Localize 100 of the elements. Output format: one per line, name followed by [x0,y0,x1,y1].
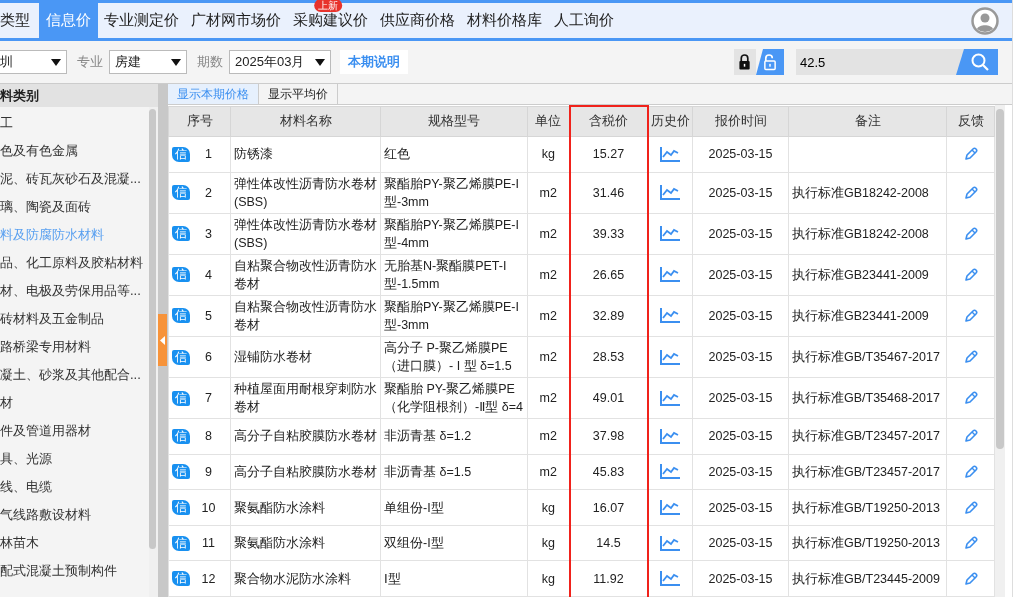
category-item[interactable]: 砖材料及五金制品 [0,305,104,333]
category-item[interactable]: 材 [0,389,13,417]
category-item[interactable]: 工 [0,109,13,137]
table-cell: 弹性体改性沥青防水卷材(SBS) [230,172,381,214]
caret-icon [171,58,181,66]
category-item[interactable]: 线、电缆 [0,473,52,501]
category-item[interactable]: 泥、砖瓦灰砂石及混凝... [0,165,141,193]
line-chart-icon[interactable] [660,390,681,406]
nav-tab[interactable]: 材料价格库 [461,3,548,38]
table-cell: 39.33 [569,213,648,255]
category-item[interactable]: 凝土、砂浆及其他配合... [0,361,141,389]
table-cell: 2025-03-15 [692,454,789,490]
table-cell: 聚氨酯防水涂料 [230,489,381,526]
pencil-icon[interactable] [963,464,978,479]
category-item[interactable]: 色及有色金属 [0,137,78,165]
table-cell: 2025-03-15 [692,377,789,419]
dropdown[interactable]: 房建 [109,50,187,74]
line-chart-icon[interactable] [660,308,681,324]
nav-tab[interactable]: 专业测定价 [98,3,185,38]
category-item[interactable]: 璃、陶瓷及面砖 [0,193,91,221]
category-item[interactable]: 件及管道用器材 [0,417,91,445]
pencil-icon[interactable] [963,429,978,444]
table-cell: 2025-03-15 [692,254,789,296]
new-badge: 上新 [313,0,342,12]
search-field[interactable]: 42.5 [796,49,964,75]
category-item[interactable]: 配式混凝土预制构件 [0,557,117,585]
table-cell: 2025-03-15 [692,560,789,597]
column-header: 单位 [527,106,570,137]
table-cell: 红色 [380,136,528,173]
category-item[interactable]: 具、光源 [0,445,52,473]
info-badge: 信 [172,308,190,324]
row-number: 10 [200,499,217,517]
table-cell: 双组份-I型 [380,525,528,561]
table-cell: Ⅰ型 [380,560,528,597]
column-header: 反馈 [946,106,995,137]
nav-tab[interactable]: 供应商价格 [374,3,461,38]
table-cell: 高分子自粘胶膜防水卷材 [230,454,381,490]
lock-toggle[interactable] [734,49,756,75]
scrollbar-thumb[interactable] [996,109,1004,449]
dropdown[interactable]: 圳 [0,50,67,74]
scrollbar-thumb[interactable] [149,109,156,549]
category-item[interactable]: 品、化工原料及胶粘材料 [0,249,143,277]
category-item[interactable]: 气线路敷设材料 [0,501,91,529]
pencil-icon[interactable] [963,571,978,586]
pencil-icon[interactable] [963,391,978,406]
lock-icon [738,53,752,71]
table-cell: 湿铺防水卷材 [230,336,381,378]
table-cell: 15.27 [569,136,648,173]
avatar-icon[interactable] [971,6,999,35]
info-badge: 信 [172,500,190,515]
pencil-icon[interactable] [963,185,978,200]
pencil-icon[interactable] [963,308,978,323]
pencil-icon[interactable] [963,147,978,162]
pencil-icon[interactable] [963,536,978,551]
sidebar-title: 料类别 [0,84,158,107]
table-cell: 防锈漆 [230,136,381,173]
table-cell: 聚酯胎PY-聚乙烯膜PE-I型-3mm [380,295,528,337]
info-badge: 信 [172,390,190,406]
category-item[interactable]: 林苗木 [0,529,39,557]
category-item[interactable]: 材、电极及劳保用品等... [0,277,141,305]
pencil-icon[interactable] [963,500,978,515]
collapse-handle[interactable] [158,314,167,366]
dropdown[interactable]: 2025年03月 [229,50,331,74]
table-cell: 2025-03-15 [692,336,789,378]
line-chart-icon[interactable] [660,185,681,201]
row-number: 4 [204,266,213,284]
info-badge: 信 [172,267,190,283]
row-number: 9 [204,463,213,481]
row-number: 7 [204,390,213,408]
lock-toggle[interactable] [756,49,784,75]
search-button[interactable] [956,49,998,75]
table-cell: 聚合物水泥防水涂料 [230,560,381,597]
pencil-icon[interactable] [963,226,978,241]
line-chart-icon[interactable] [660,535,681,551]
category-item[interactable]: 路桥梁专用材料 [0,333,91,361]
table-cell: 高分子自粘胶膜防水卷材 [230,418,381,455]
line-chart-icon[interactable] [660,500,681,515]
table-cell: 执行标准GB/T19250-2013 [788,489,947,526]
nav-tab[interactable]: 人工询价 [548,3,620,38]
search-icon [971,53,989,71]
pencil-icon[interactable] [963,267,978,282]
table-cell: 26.65 [569,254,648,296]
row-number: 12 [200,570,217,588]
table-cell: 执行标准GB/T35467-2017 [788,336,947,378]
nav-tab[interactable]: 类型 [0,3,36,38]
line-chart-icon[interactable] [660,226,681,242]
nav-tab[interactable]: 广材网市场价 [185,3,287,38]
line-chart-icon[interactable] [660,146,681,162]
line-chart-icon[interactable] [660,349,681,365]
table-cell: 弹性体改性沥青防水卷材(SBS) [230,213,381,255]
table-cell: 2025-03-15 [692,213,789,255]
line-chart-icon[interactable] [660,571,681,587]
table-cell: 单组份-I型 [380,489,528,526]
line-chart-icon[interactable] [660,428,681,444]
line-chart-icon[interactable] [660,267,681,283]
table-cell: 49.01 [569,377,648,419]
line-chart-icon[interactable] [660,464,681,480]
pencil-icon[interactable] [963,350,978,364]
field-label: 期数 [197,53,223,71]
table-cell: 14.5 [569,525,648,561]
